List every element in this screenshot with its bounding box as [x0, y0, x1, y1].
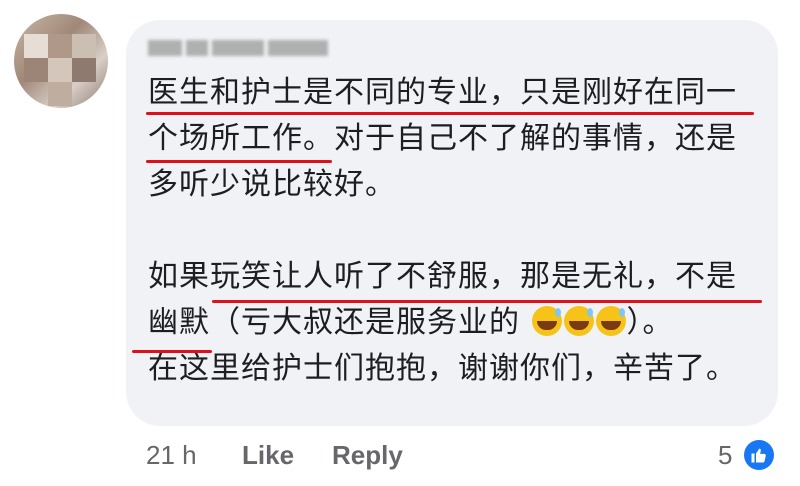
- comment-line-5: 如果玩笑让人听了不舒服，那是无礼，不是: [148, 259, 737, 294]
- comment-line-6-text: 幽默（亏大叔还是服务业的: [148, 305, 520, 340]
- red-underline-4: [132, 350, 212, 353]
- red-underline-1: [146, 112, 754, 115]
- comment-line-6: 幽默（亏大叔还是服务业的 ）。: [148, 300, 737, 346]
- red-underline-3: [212, 300, 762, 303]
- red-underline-2: [146, 160, 332, 163]
- thumbs-up-icon[interactable]: [744, 440, 774, 470]
- grinning-sweat-emoji-icon: [563, 306, 594, 336]
- comment-text: 医生和护士是不同的专业，只是刚好在同一 个场所工作。对于自己不了解的事情，还是 …: [148, 70, 737, 392]
- grinning-sweat-emoji-icon: [595, 306, 626, 336]
- comment-line-7: 在这里给护士们抱抱，谢谢你们，辛苦了。: [148, 351, 737, 386]
- reply-button[interactable]: Reply: [332, 440, 403, 471]
- comment-line-3: 多听少说比较好。: [148, 167, 396, 202]
- like-button[interactable]: Like: [242, 440, 294, 471]
- comment-timestamp[interactable]: 21 h: [146, 440, 197, 471]
- avatar[interactable]: [14, 14, 108, 108]
- reaction-count[interactable]: 5: [718, 440, 732, 471]
- comment-line-1: 医生和护士是不同的专业，只是刚好在同一: [148, 75, 737, 110]
- commenter-name-blurred[interactable]: [148, 40, 328, 60]
- grinning-sweat-emoji-icon: [531, 306, 562, 336]
- comment-line-6-tail: ）。: [626, 305, 674, 340]
- comment-line-2: 个场所工作。对于自己不了解的事情，还是: [148, 121, 737, 156]
